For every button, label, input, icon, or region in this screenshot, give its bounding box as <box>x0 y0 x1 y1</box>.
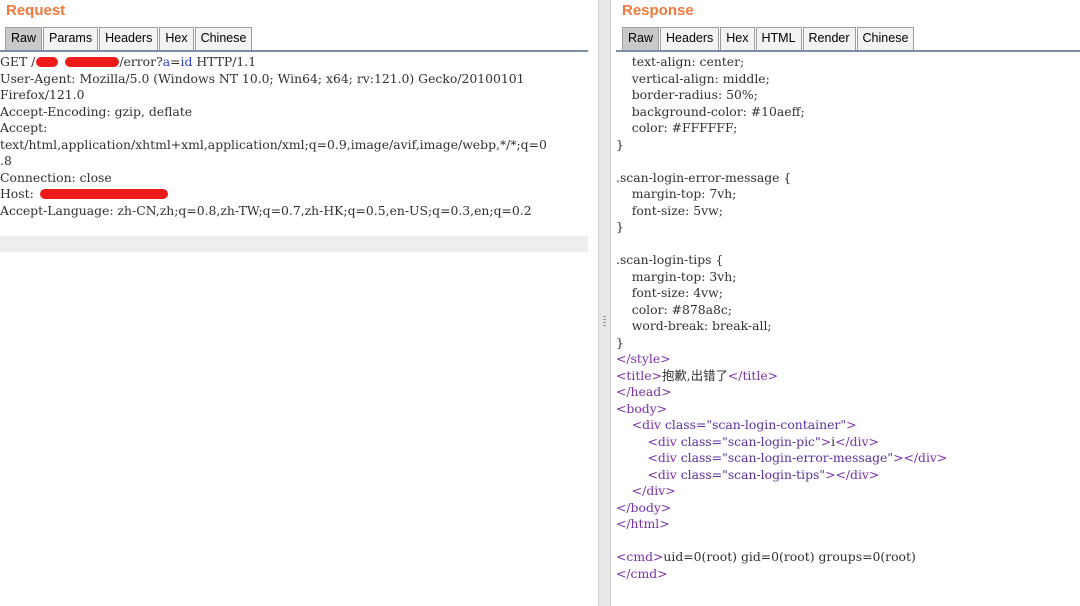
response-line: .scan-login-tips { <box>616 252 724 267</box>
response-line: margin-top: 3vh; <box>616 268 737 284</box>
div-close-tag: </div> <box>631 483 676 498</box>
title-open-tag: <title> <box>616 367 662 383</box>
http-protocol: HTTP/1.1 <box>192 54 257 69</box>
div-close-tag: </div> <box>903 450 948 465</box>
redaction-mark <box>39 188 168 199</box>
cmd-output-text: uid=0(root) gid=0(root) groups=0(root) <box>663 549 916 564</box>
div-container-line: <div class="scan-login-container"> <box>616 417 857 434</box>
pane-splitter[interactable] <box>598 0 611 606</box>
request-pane: Request Raw Params Headers Hex Chinese G… <box>0 0 598 606</box>
class-attr: class= <box>680 450 723 465</box>
request-line-user-agent-cont: Firefox/121.0 <box>0 87 85 102</box>
splitter-grip-icon[interactable] <box>603 316 606 328</box>
response-line: } <box>616 136 624 152</box>
request-line-host: Host: <box>0 186 168 203</box>
redaction-mark <box>65 56 120 67</box>
request-tab-headers[interactable]: Headers <box>99 27 159 50</box>
request-tabs: Raw Params Headers Hex Chinese <box>5 27 253 50</box>
request-tab-raw[interactable]: Raw <box>5 27 43 50</box>
response-tab-chinese[interactable]: Chinese <box>856 27 915 50</box>
response-line: .scan-login-error-message { <box>616 169 792 185</box>
response-tabs: Raw Headers Hex HTML Render Chinese <box>622 27 915 50</box>
cmd-open-tag: <cmd> <box>616 549 664 564</box>
request-editor[interactable]: GET / /error?a=id HTTP/1.1 User-Agent: Mo… <box>0 52 598 606</box>
request-line-get: GET / /error?a=id HTTP/1.1 <box>0 54 256 71</box>
class-value: "scan-login-error-message" <box>722 450 894 465</box>
request-line-accept-cont2: .8 <box>0 153 12 168</box>
request-tab-chinese[interactable]: Chinese <box>194 27 253 50</box>
param-key: a <box>162 54 171 69</box>
response-line: } <box>616 334 624 350</box>
response-tab-headers[interactable]: Headers <box>660 27 720 50</box>
tag-end: > <box>846 417 857 432</box>
response-line: vertical-align: middle; <box>616 70 770 86</box>
response-tab-hex[interactable]: Hex <box>720 27 755 50</box>
response-line: margin-top: 7vh; <box>616 186 737 201</box>
request-current-line-highlight <box>0 236 588 252</box>
request-line-accept-cont: text/html,application/xhtml+xml,applicat… <box>0 136 547 152</box>
style-close-tag: </style> <box>616 351 671 366</box>
div-container-close-line: </div> <box>616 483 676 500</box>
response-tab-render[interactable]: Render <box>802 27 856 50</box>
div-error-line: <div class="scan-login-error-message"></… <box>616 450 948 467</box>
request-line-accept-language: Accept-Language: zh-CN,zh;q=0.8,zh-TW;q=… <box>0 202 532 218</box>
tag-end: > <box>825 466 836 482</box>
div-open-tag: <div <box>647 450 681 465</box>
tag-end: > <box>820 433 832 449</box>
param-eq: = <box>170 54 181 69</box>
class-value: "scan-login-container" <box>706 417 847 432</box>
response-line: color: #878a8c; <box>616 301 733 317</box>
div-open-tag: <div <box>647 433 681 449</box>
request-tab-params[interactable]: Params <box>43 27 99 50</box>
head-close-tag: </head> <box>616 384 672 399</box>
response-pane: Response Raw Headers Hex HTML Render Chi… <box>611 0 1080 606</box>
div-close-tag: </div> <box>835 466 880 482</box>
response-tab-html[interactable]: HTML <box>755 27 802 50</box>
response-line: word-break: break-all; <box>616 318 772 333</box>
response-line: font-size: 4vw; <box>616 285 723 300</box>
cmd-line: <cmd>uid=0(root) gid=0(root) groups=0(ro… <box>616 549 916 566</box>
response-line: color: #FFFFFF; <box>616 120 738 135</box>
host-label: Host: <box>0 186 38 201</box>
div-open-tag: <div <box>647 466 681 482</box>
body-close-tag: </body> <box>616 499 672 515</box>
div-tips-line: <div class="scan-login-tips"></div> <box>616 466 880 484</box>
response-line: } <box>616 219 624 234</box>
tag-end: > <box>893 450 904 465</box>
response-line: border-radius: 50%; <box>616 87 758 102</box>
title-line: <title>抱歉,出错了</title> <box>616 368 778 385</box>
get-path-text: /error? <box>119 54 163 69</box>
request-line-accept: Accept: <box>0 120 48 135</box>
class-value: "scan-login-tips" <box>722 466 826 482</box>
param-value: id <box>180 54 193 69</box>
title-close-tag: </title> <box>727 367 779 383</box>
request-line-accept-encoding: Accept-Encoding: gzip, deflate <box>0 103 193 119</box>
class-attr: class= <box>664 417 707 432</box>
request-title: Request <box>6 2 66 19</box>
response-line: background-color: #10aeff; <box>616 103 805 119</box>
class-attr: class= <box>680 466 723 482</box>
html-close-tag: </html> <box>616 516 670 531</box>
request-line-connection: Connection: close <box>0 169 112 185</box>
response-title: Response <box>622 2 694 19</box>
cmd-close-tag: </cmd> <box>616 565 668 581</box>
redaction-mark <box>36 56 59 67</box>
response-editor[interactable]: text-align: center; vertical-align: midd… <box>611 52 1080 606</box>
body-open-tag: <body> <box>616 400 668 416</box>
get-method-text: GET / <box>0 54 36 69</box>
request-line-user-agent: User-Agent: Mozilla/5.0 (Windows NT 10.0… <box>0 70 525 86</box>
response-line: font-size: 5vw; <box>616 202 723 218</box>
div-open-tag: <div <box>631 417 665 432</box>
title-text: 抱歉,出错了 <box>661 367 728 383</box>
div-close-tag: </div> <box>835 433 879 449</box>
response-line: text-align: center; <box>616 54 745 69</box>
class-attr: class= <box>680 433 723 449</box>
request-tab-hex[interactable]: Hex <box>159 27 194 50</box>
div-pic-line: <div class="scan-login-pic">i</div> <box>616 434 879 451</box>
response-tab-raw[interactable]: Raw <box>622 27 660 50</box>
class-value: "scan-login-pic" <box>722 433 821 449</box>
